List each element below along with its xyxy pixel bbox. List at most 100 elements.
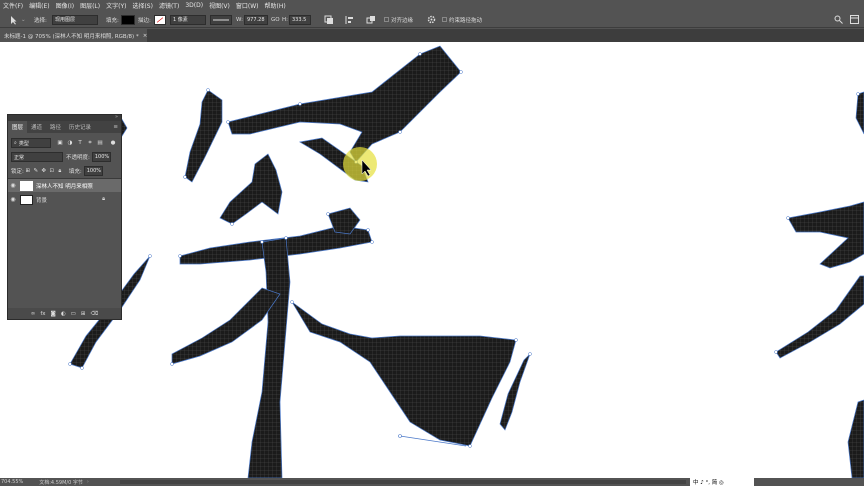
height-value: 333.5 [292,16,307,23]
glyph-stroke-top [227,45,462,163]
tab-layers[interactable]: 图层 [8,121,28,133]
lock-position-icon[interactable]: ✥ [40,168,48,174]
eye-icon[interactable]: ◉ [8,182,18,189]
opacity-value: 100% [94,154,110,160]
glyph-stroke-mid-hook [219,153,283,225]
lock-artboard-icon[interactable]: ⊡ [48,168,56,174]
align-edges-checkbox[interactable]: 对齐边缘 [384,14,413,25]
lock-paint-icon[interactable]: ✎ [32,168,40,174]
blend-mode-dropdown[interactable]: 正常 [11,152,63,162]
panel-header[interactable]: » [8,114,121,121]
lock-transparent-icon[interactable]: ⊞ [24,168,32,174]
glyph-stroke-right-falling [291,301,517,447]
calligraphy-artwork [68,45,864,478]
align-edges-label: 对齐边缘 [391,17,414,24]
layer-name[interactable]: 深林人不知 明月来相照 [36,182,93,190]
select-layer-dropdown[interactable]: 现用图层 [52,14,98,25]
path-selection-tool-icon[interactable] [8,14,18,25]
document-tab-bar: 未标题-1 @ 705% (深林人不知 明月来相照, RGB/8) * × [0,29,864,42]
ime-toolbar[interactable]: 中 ♪ °, 简 ◎ [690,478,754,486]
fill-label: 填充: [68,169,82,175]
status-bar: 704.55% 文档:4.59M/0 字节 › 中 ♪ °, 简 ◎ [0,478,864,486]
stroke-type-dropdown[interactable] [210,14,232,25]
search-icon[interactable] [834,14,843,25]
menu-file[interactable]: 文件(F) [0,1,26,10]
width-field[interactable]: 977.28 [244,14,268,25]
fx-icon[interactable]: fx [40,311,45,317]
zoom-level[interactable]: 704.55% [1,479,23,485]
glyph-stroke-dot-left [184,89,223,183]
eye-icon[interactable]: ◉ [8,196,18,203]
kind-filter-dropdown[interactable]: ⌕ 类型 [11,138,51,148]
workspace-icon[interactable] [850,14,859,25]
constrain-path-checkbox[interactable]: 约束路径拖动 [442,14,482,25]
layers-panel-footer: ∞ fx ◙ ◐ ▭ ⊞ ⌫ [8,308,121,319]
folder-icon[interactable]: ▭ [71,311,76,317]
constrain-path-label: 约束路径拖动 [449,17,483,24]
path-operations-icon[interactable] [324,14,334,25]
layers-panel: » 图层 通道 路径 历史记录 ≡ ⌕ 类型 ▣ ◑ T ⌗ ▤ ● 正常 不透… [7,114,122,320]
fill-swatch[interactable] [121,14,135,25]
menu-view[interactable]: 视图(V) [206,1,233,10]
kind-filter-label: 类型 [18,140,29,147]
mask-icon[interactable]: ◙ [51,311,56,317]
tab-channels[interactable]: 通道 [27,123,46,131]
close-icon[interactable]: × [143,33,148,39]
tool-preset-arrow-icon[interactable]: ⌄ [21,14,26,25]
height-field[interactable]: 333.5 [289,14,311,25]
layer-row-text[interactable]: ◉ 深林人不知 明月来相照 [8,179,121,192]
layer-name[interactable]: 背景 [36,196,47,204]
lock-all-icon[interactable]: 🔒︎ [56,168,64,175]
filter-smart-object-icon[interactable]: ▤ [95,140,105,146]
path-arrangement-icon[interactable] [366,14,376,25]
fill-opacity-value: 100% [86,168,102,174]
adjustment-icon[interactable]: ◐ [61,311,66,317]
filter-shape-icon[interactable]: ⌗ [85,140,95,147]
tab-paths[interactable]: 路径 [46,123,65,131]
opacity-field[interactable]: 100% [91,152,111,162]
menu-filter[interactable]: 滤镜(T) [156,1,182,10]
menu-layer[interactable]: 图层(L) [77,1,103,10]
document-info[interactable]: 文档:4.59M/0 字节 [39,479,83,486]
menu-image[interactable]: 图像(I) [53,1,77,10]
filter-adjustment-icon[interactable]: ◑ [65,140,75,146]
panel-collapse-icon[interactable]: » [115,114,118,120]
h-label: H: [282,16,288,23]
horizontal-scrollbar[interactable] [120,480,686,484]
layer-thumbnail [20,194,33,205]
document-tab-title: 未标题-1 @ 705% (深林人不知 明月来相照, RGB/8) * [4,33,139,40]
new-layer-icon[interactable]: ⊞ [81,311,86,317]
tab-history[interactable]: 历史记录 [65,123,95,131]
width-value: 977.28 [247,16,265,23]
w-label: W: [236,16,243,23]
layer-row-background[interactable]: ◉ 背景 🔒︎ [8,193,121,206]
menu-window[interactable]: 窗口(W) [233,1,262,10]
lock-icon: 🔒︎ [102,196,105,202]
link-icon[interactable]: ∞ [31,311,36,317]
menu-edit[interactable]: 编辑(E) [26,1,52,10]
filter-type-icon[interactable]: T [75,140,85,146]
stroke-width-field[interactable]: 1 像素 [170,14,206,25]
glyph-stroke-vertical [247,237,291,478]
document-canvas[interactable] [0,42,864,478]
filter-toggle-icon[interactable]: ● [108,140,118,146]
layer-thumbnail [20,180,33,191]
panel-menu-icon[interactable]: ≡ [109,124,121,130]
menu-select[interactable]: 选择(S) [129,1,156,10]
menu-type[interactable]: 文字(Y) [103,1,129,10]
glyph-stroke-right-lower [775,275,864,359]
menu-help[interactable]: 帮助(H) [262,1,289,10]
link-label[interactable]: GO [271,14,280,25]
gear-icon[interactable] [427,14,436,25]
path-alignment-icon[interactable] [345,14,355,25]
lock-row: 锁定: ⊞ ✎ ✥ ⊡ 🔒︎ 填充: 100% [8,165,121,177]
document-tab[interactable]: 未标题-1 @ 705% (深林人不知 明月来相照, RGB/8) * × [0,29,147,42]
path-handle-point [398,434,402,438]
trash-icon[interactable]: ⌫ [90,311,98,317]
menu-3d[interactable]: 3D(D) [182,2,206,9]
fill-opacity-field[interactable]: 100% [83,166,103,176]
stroke-swatch[interactable] [154,14,166,25]
filter-pixel-icon[interactable]: ▣ [55,140,65,146]
ime-status: 中 ♪ °, 简 ◎ [693,480,724,486]
status-arrow-icon[interactable]: › [87,479,89,485]
